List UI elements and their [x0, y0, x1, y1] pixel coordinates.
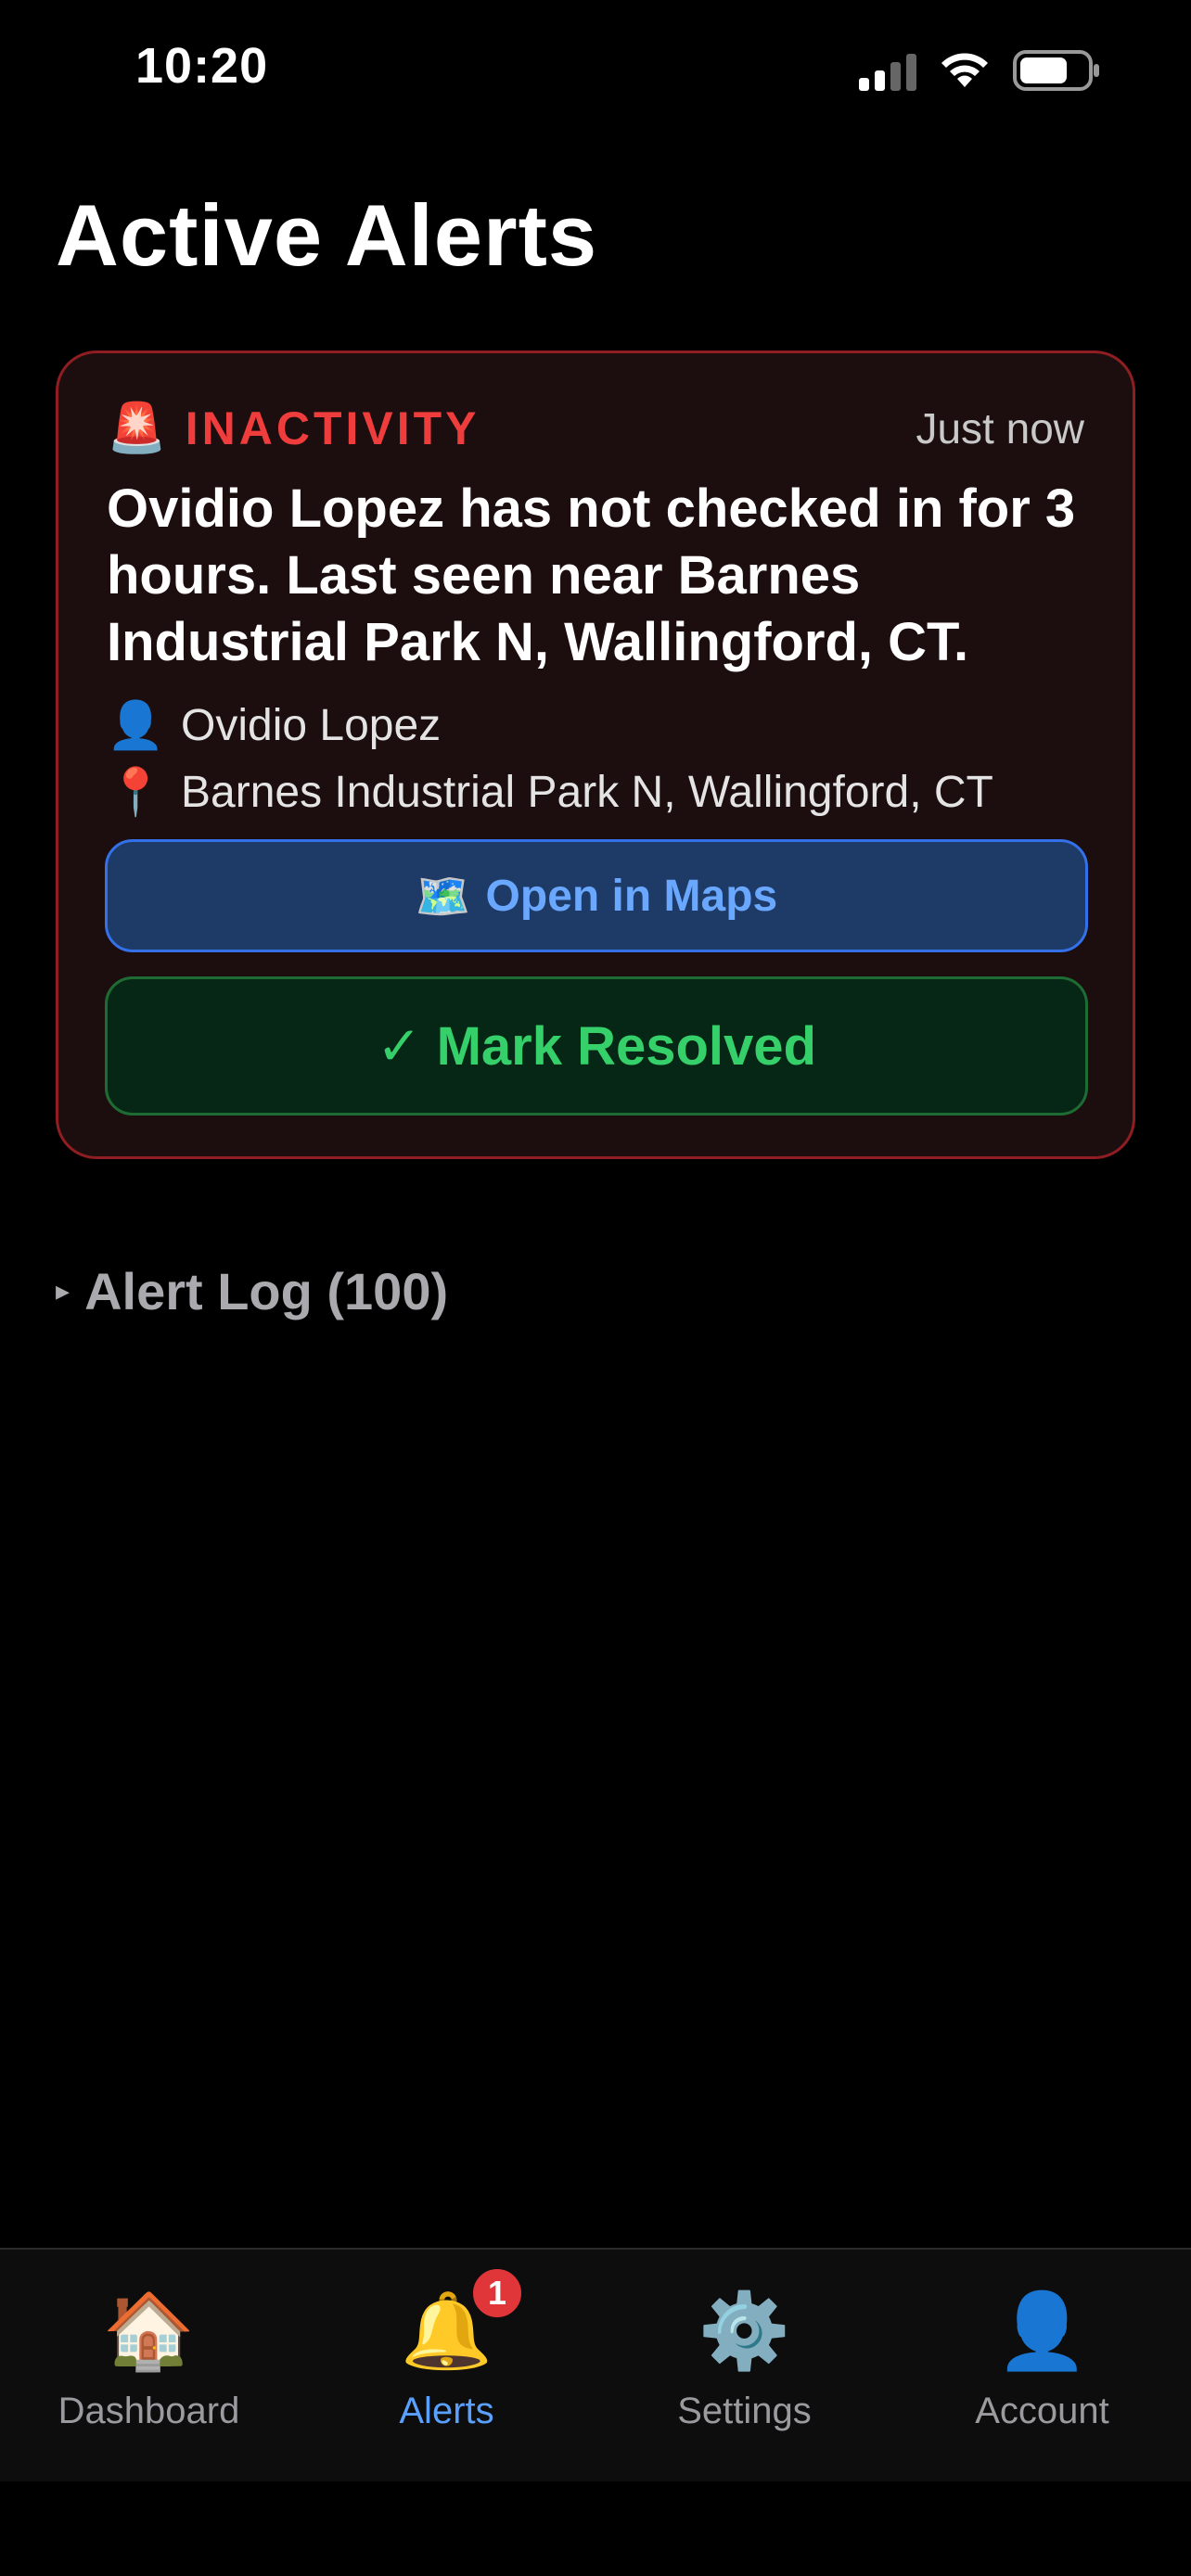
alert-header: 🚨 INACTIVITY Just now	[107, 400, 1084, 457]
account-icon: 👤	[995, 2289, 1089, 2372]
tab-label: Account	[975, 2391, 1109, 2431]
mark-resolved-button[interactable]: ✓ Mark Resolved	[105, 976, 1088, 1116]
alert-timestamp: Just now	[916, 404, 1084, 453]
status-time: 10:20	[135, 38, 269, 94]
tab-alerts[interactable]: 🔔 1 Alerts	[298, 2250, 596, 2481]
tab-label: Settings	[677, 2391, 812, 2431]
status-bar: 10:20	[0, 0, 1191, 139]
alert-location-text: Barnes Industrial Park N, Wallingford, C…	[181, 768, 993, 817]
alert-message: Ovidio Lopez has not checked in for 3 ho…	[107, 478, 1076, 672]
gear-icon: ⚙️	[698, 2289, 791, 2372]
tab-settings[interactable]: ⚙️ Settings	[596, 2250, 893, 2481]
map-icon: 🗺️	[415, 872, 471, 922]
tab-label: Alerts	[399, 2391, 494, 2431]
checkmark-icon: ✓	[376, 1016, 422, 1077]
battery-icon	[1013, 50, 1099, 91]
siren-icon: 🚨	[107, 402, 167, 455]
tab-account[interactable]: 👤 Account	[893, 2250, 1191, 2481]
alert-type-label: INACTIVITY	[185, 402, 480, 454]
alert-type-group: 🚨 INACTIVITY	[107, 402, 480, 455]
alert-card: 🚨 INACTIVITY Just now Ovidio Lopez has n…	[56, 351, 1135, 1159]
tab-bar: 🏠 Dashboard 🔔 1 Alerts ⚙️ Settings 👤 Acc…	[0, 2248, 1191, 2481]
cellular-signal-icon	[859, 50, 916, 91]
page-title: Active Alerts	[56, 186, 598, 284]
wifi-icon	[941, 53, 988, 87]
tab-label: Dashboard	[58, 2391, 240, 2431]
mark-resolved-label: Mark Resolved	[436, 1015, 816, 1077]
location-pin-icon: 📍	[107, 766, 165, 818]
person-icon: 👤	[107, 699, 165, 751]
alert-log-toggle[interactable]: ▸ Alert Log (100)	[56, 1261, 448, 1321]
alert-location-row: 📍 Barnes Industrial Park N, Wallingford,…	[107, 765, 993, 820]
house-icon: 🏠	[102, 2289, 196, 2372]
alert-person-name: Ovidio Lopez	[181, 701, 442, 750]
disclosure-caret-icon: ▸	[56, 1276, 70, 1307]
tab-dashboard[interactable]: 🏠 Dashboard	[0, 2250, 298, 2481]
status-icons	[859, 45, 1102, 96]
open-in-maps-button[interactable]: 🗺️ Open in Maps	[105, 839, 1088, 952]
open-in-maps-label: Open in Maps	[485, 871, 778, 921]
alert-log-label: Alert Log (100)	[84, 1262, 449, 1320]
alert-person-row: 👤 Ovidio Lopez	[107, 698, 441, 753]
notification-badge: 1	[470, 2266, 524, 2320]
